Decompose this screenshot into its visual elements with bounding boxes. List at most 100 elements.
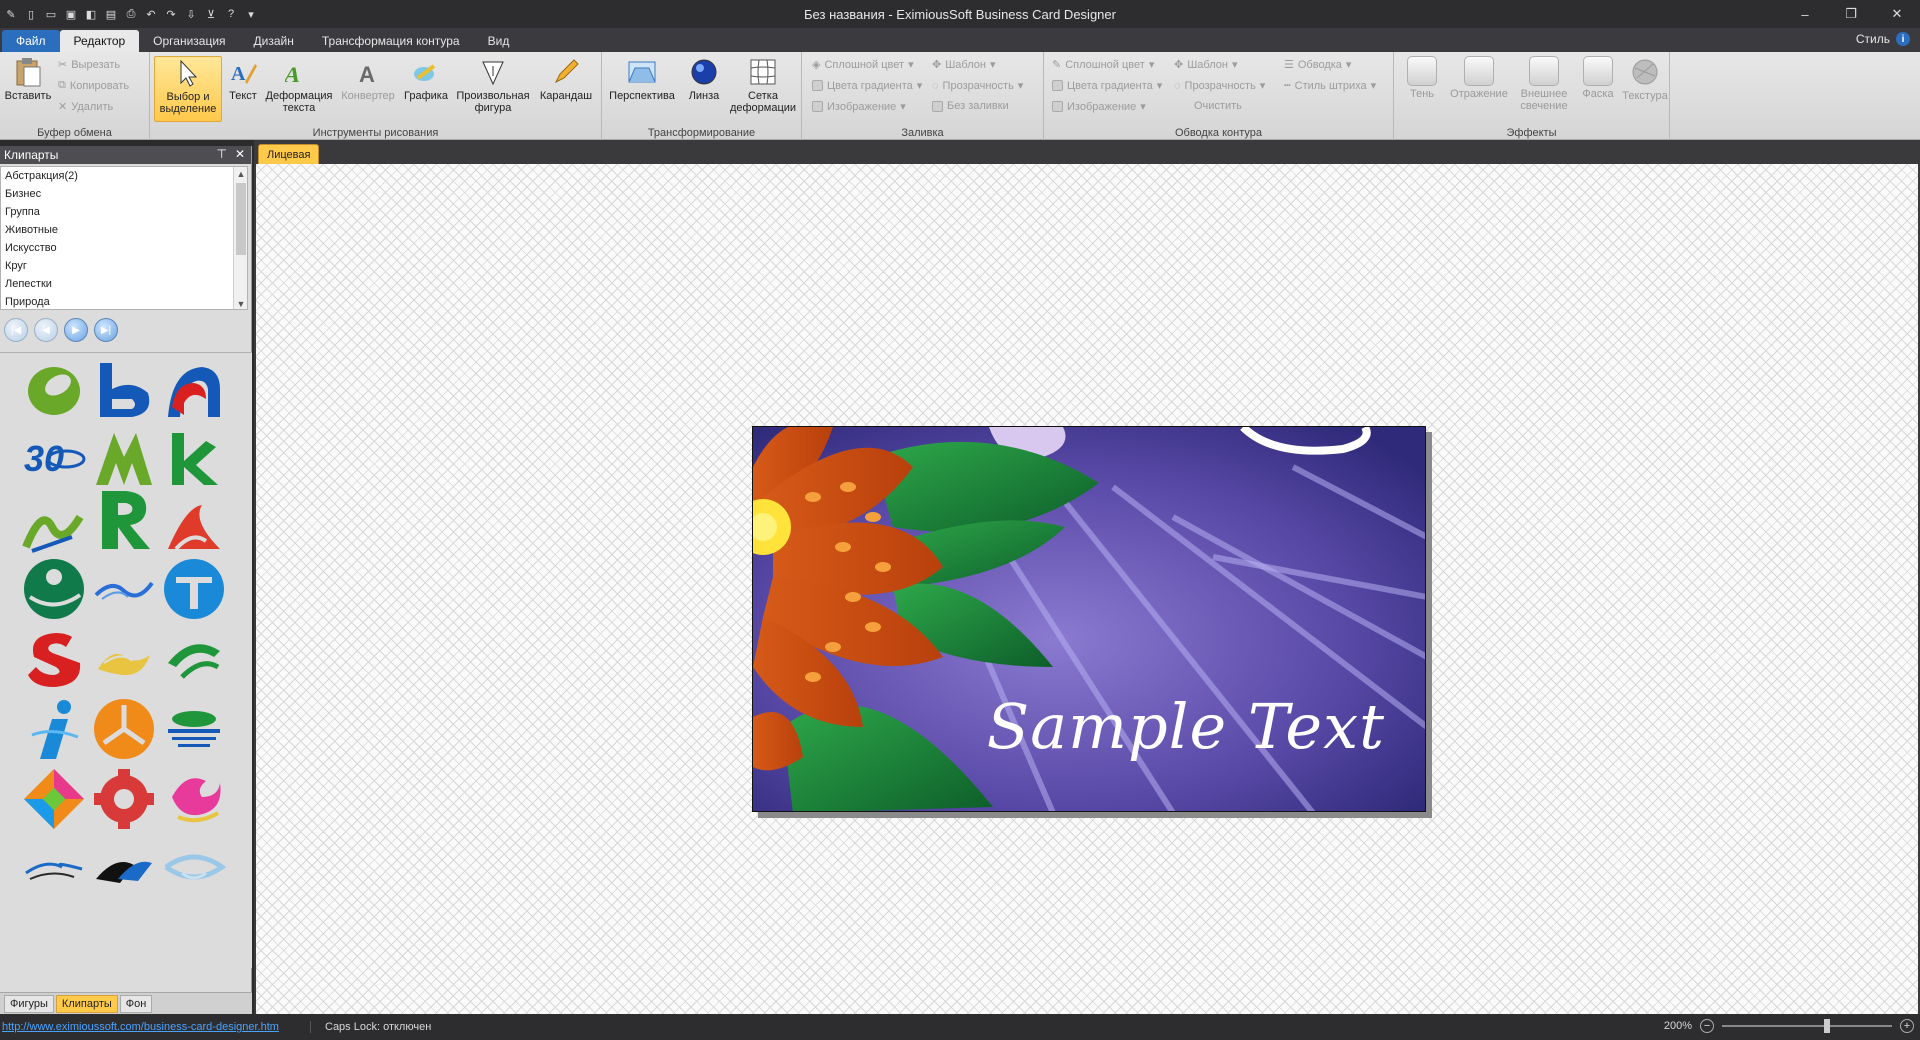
list-item[interactable]: Искусство bbox=[1, 239, 247, 257]
tab-background[interactable]: Фон bbox=[119, 994, 153, 1013]
text-tool-button[interactable]: A Текст bbox=[226, 56, 260, 102]
no-fill-button[interactable]: Без заливки bbox=[932, 100, 1009, 112]
list-item[interactable]: Животные bbox=[1, 221, 247, 239]
clipart-pink-bird[interactable] bbox=[162, 767, 226, 831]
outline-image[interactable]: Изображение ▾ bbox=[1052, 100, 1146, 113]
fill-image[interactable]: Изображение ▾ bbox=[812, 100, 906, 113]
tab-file[interactable]: Файл bbox=[2, 30, 60, 52]
style-menu[interactable]: Стиль i bbox=[1856, 32, 1910, 46]
clipart-red-gear[interactable] bbox=[92, 767, 156, 831]
clipart-blue-swoosh[interactable] bbox=[22, 837, 86, 901]
clipart-green-m[interactable] bbox=[92, 427, 156, 491]
select-tool-button[interactable]: Выбор и выделение bbox=[154, 56, 222, 122]
list-item[interactable]: Абстракция(2) bbox=[1, 167, 247, 185]
minimize-button[interactable]: – bbox=[1782, 0, 1828, 28]
outline-pattern[interactable]: ✥ Шаблон ▾ bbox=[1174, 58, 1238, 72]
copy-button[interactable]: ⧉ Копировать bbox=[58, 79, 129, 92]
freeform-shape-button[interactable]: Произвольная фигура bbox=[454, 56, 532, 114]
fill-pattern[interactable]: ✥ Шаблон ▾ bbox=[932, 58, 996, 72]
outline-solid-color[interactable]: ✎ Сплошной цвет ▾ bbox=[1052, 58, 1154, 72]
stroke-button[interactable]: ☰ Обводка ▾ bbox=[1284, 58, 1351, 72]
fill-solid-color[interactable]: ◈ Сплошной цвет ▾ bbox=[812, 58, 914, 72]
outline-transparency[interactable]: ◌ Прозрачность ▾ bbox=[1174, 79, 1265, 93]
perspective-button[interactable]: Перспектива bbox=[606, 56, 678, 102]
list-item[interactable]: Группа bbox=[1, 203, 247, 221]
fill-gradient-colors[interactable]: Цвета градиента ▾ bbox=[812, 79, 922, 92]
business-card[interactable]: Sample Text bbox=[752, 426, 1426, 812]
outer-glow-button[interactable]: Внешнее свечение bbox=[1514, 56, 1574, 112]
undo-icon[interactable]: ↶ bbox=[144, 7, 158, 21]
list-item[interactable]: Природа bbox=[1, 293, 247, 309]
print-icon[interactable]: ⎙ bbox=[124, 7, 138, 21]
clipart-red-a[interactable] bbox=[162, 359, 226, 423]
clipart-blue-t[interactable] bbox=[162, 557, 226, 621]
clipart-gold-swirl[interactable] bbox=[92, 627, 156, 691]
list-item[interactable]: Лепестки bbox=[1, 275, 247, 293]
prev-page-icon[interactable]: ◀ bbox=[34, 318, 58, 342]
zoom-slider[interactable] bbox=[1722, 1019, 1892, 1033]
tab-editor[interactable]: Редактор bbox=[59, 30, 140, 52]
tab-cliparts[interactable]: Клипарты bbox=[55, 994, 118, 1013]
card-sample-text[interactable]: Sample Text bbox=[987, 690, 1385, 763]
zoom-out-icon[interactable]: − bbox=[1700, 1019, 1714, 1033]
help-icon[interactable]: ? bbox=[224, 7, 238, 21]
texture-button[interactable]: Текстура bbox=[1620, 56, 1670, 102]
clipart-green-r[interactable] bbox=[92, 487, 156, 551]
tab-organization[interactable]: Организация bbox=[139, 30, 239, 52]
clipart-blue-30[interactable]: 30 bbox=[22, 427, 86, 491]
clipart-orange-wheel[interactable] bbox=[92, 697, 156, 761]
lens-button[interactable]: Линза bbox=[682, 56, 726, 102]
fill-transparency[interactable]: ◌ Прозрачность ▾ bbox=[932, 79, 1023, 93]
clipart-colorful-diamond[interactable] bbox=[22, 767, 86, 831]
website-link[interactable]: http://www.eximioussoft.com/business-car… bbox=[0, 1021, 310, 1033]
clipart-light-blue-eye[interactable] bbox=[162, 837, 226, 901]
tab-design[interactable]: Дизайн bbox=[240, 30, 308, 52]
tab-shapes[interactable]: Фигуры bbox=[4, 994, 54, 1013]
clipart-green-lines[interactable] bbox=[162, 697, 226, 761]
cut-button[interactable]: ✂ Вырезать bbox=[58, 58, 120, 72]
last-page-icon[interactable]: ▶| bbox=[94, 318, 118, 342]
converter-button[interactable]: A Конвертер bbox=[338, 56, 398, 102]
info-icon[interactable]: i bbox=[1896, 32, 1910, 46]
clipart-green-drop[interactable] bbox=[22, 557, 86, 621]
scroll-up-icon[interactable]: ▲ bbox=[234, 167, 247, 181]
list-item[interactable]: Бизнес bbox=[1, 185, 247, 203]
zoom-slider-thumb[interactable] bbox=[1824, 1019, 1830, 1033]
category-list[interactable]: Абстракция(2) Бизнес Группа Животные Иск… bbox=[0, 166, 248, 310]
delete-button[interactable]: ✕ Удалить bbox=[58, 100, 113, 114]
clipart-green-k[interactable] bbox=[162, 427, 226, 491]
stroke-style-button[interactable]: ┅ Стиль штриха ▾ bbox=[1284, 79, 1376, 93]
clipart-blue-wave[interactable] bbox=[92, 557, 156, 621]
paste-button[interactable]: Вставить bbox=[4, 56, 52, 102]
close-button[interactable]: ✕ bbox=[1874, 0, 1920, 28]
clipart-green-ring[interactable] bbox=[22, 359, 86, 423]
save-icon[interactable]: ▣ bbox=[64, 7, 78, 21]
outline-gradient-colors[interactable]: Цвета градиента ▾ bbox=[1052, 79, 1162, 92]
scroll-thumb[interactable] bbox=[236, 183, 246, 255]
design-canvas[interactable]: Sample Text bbox=[256, 164, 1918, 1014]
scroll-down-icon[interactable]: ▼ bbox=[234, 297, 247, 309]
clipart-black-wings[interactable] bbox=[92, 837, 156, 901]
deform-grid-button[interactable]: Сетка деформации bbox=[730, 56, 796, 114]
shadow-button[interactable]: Тень bbox=[1400, 56, 1444, 100]
new-icon[interactable]: ▯ bbox=[24, 7, 38, 21]
list-item[interactable]: Круг bbox=[1, 257, 247, 275]
tab-path-transform[interactable]: Трансформация контура bbox=[308, 30, 474, 52]
reflection-button[interactable]: Отражение bbox=[1446, 56, 1512, 100]
clipart-blue-i[interactable] bbox=[22, 697, 86, 761]
cart-icon[interactable]: ⊻ bbox=[204, 7, 218, 21]
clipart-green-arc[interactable] bbox=[162, 627, 226, 691]
clipart-red-s[interactable] bbox=[22, 627, 86, 691]
category-scrollbar[interactable]: ▲ ▼ bbox=[233, 167, 247, 309]
bevel-button[interactable]: Фаска bbox=[1576, 56, 1620, 100]
tab-view[interactable]: Вид bbox=[474, 30, 524, 52]
restore-button[interactable]: ❐ bbox=[1828, 0, 1874, 28]
export-icon[interactable]: ⇩ bbox=[184, 7, 198, 21]
pencil-button[interactable]: Карандаш bbox=[536, 56, 596, 102]
clipart-green-script[interactable] bbox=[22, 497, 86, 561]
tab-front-side[interactable]: Лицевая bbox=[258, 144, 320, 164]
next-page-icon[interactable]: ▶ bbox=[64, 318, 88, 342]
save-as-icon[interactable]: ▤ bbox=[104, 7, 118, 21]
pin-icon[interactable]: ⊤ bbox=[216, 147, 226, 161]
redo-icon[interactable]: ↷ bbox=[164, 7, 178, 21]
